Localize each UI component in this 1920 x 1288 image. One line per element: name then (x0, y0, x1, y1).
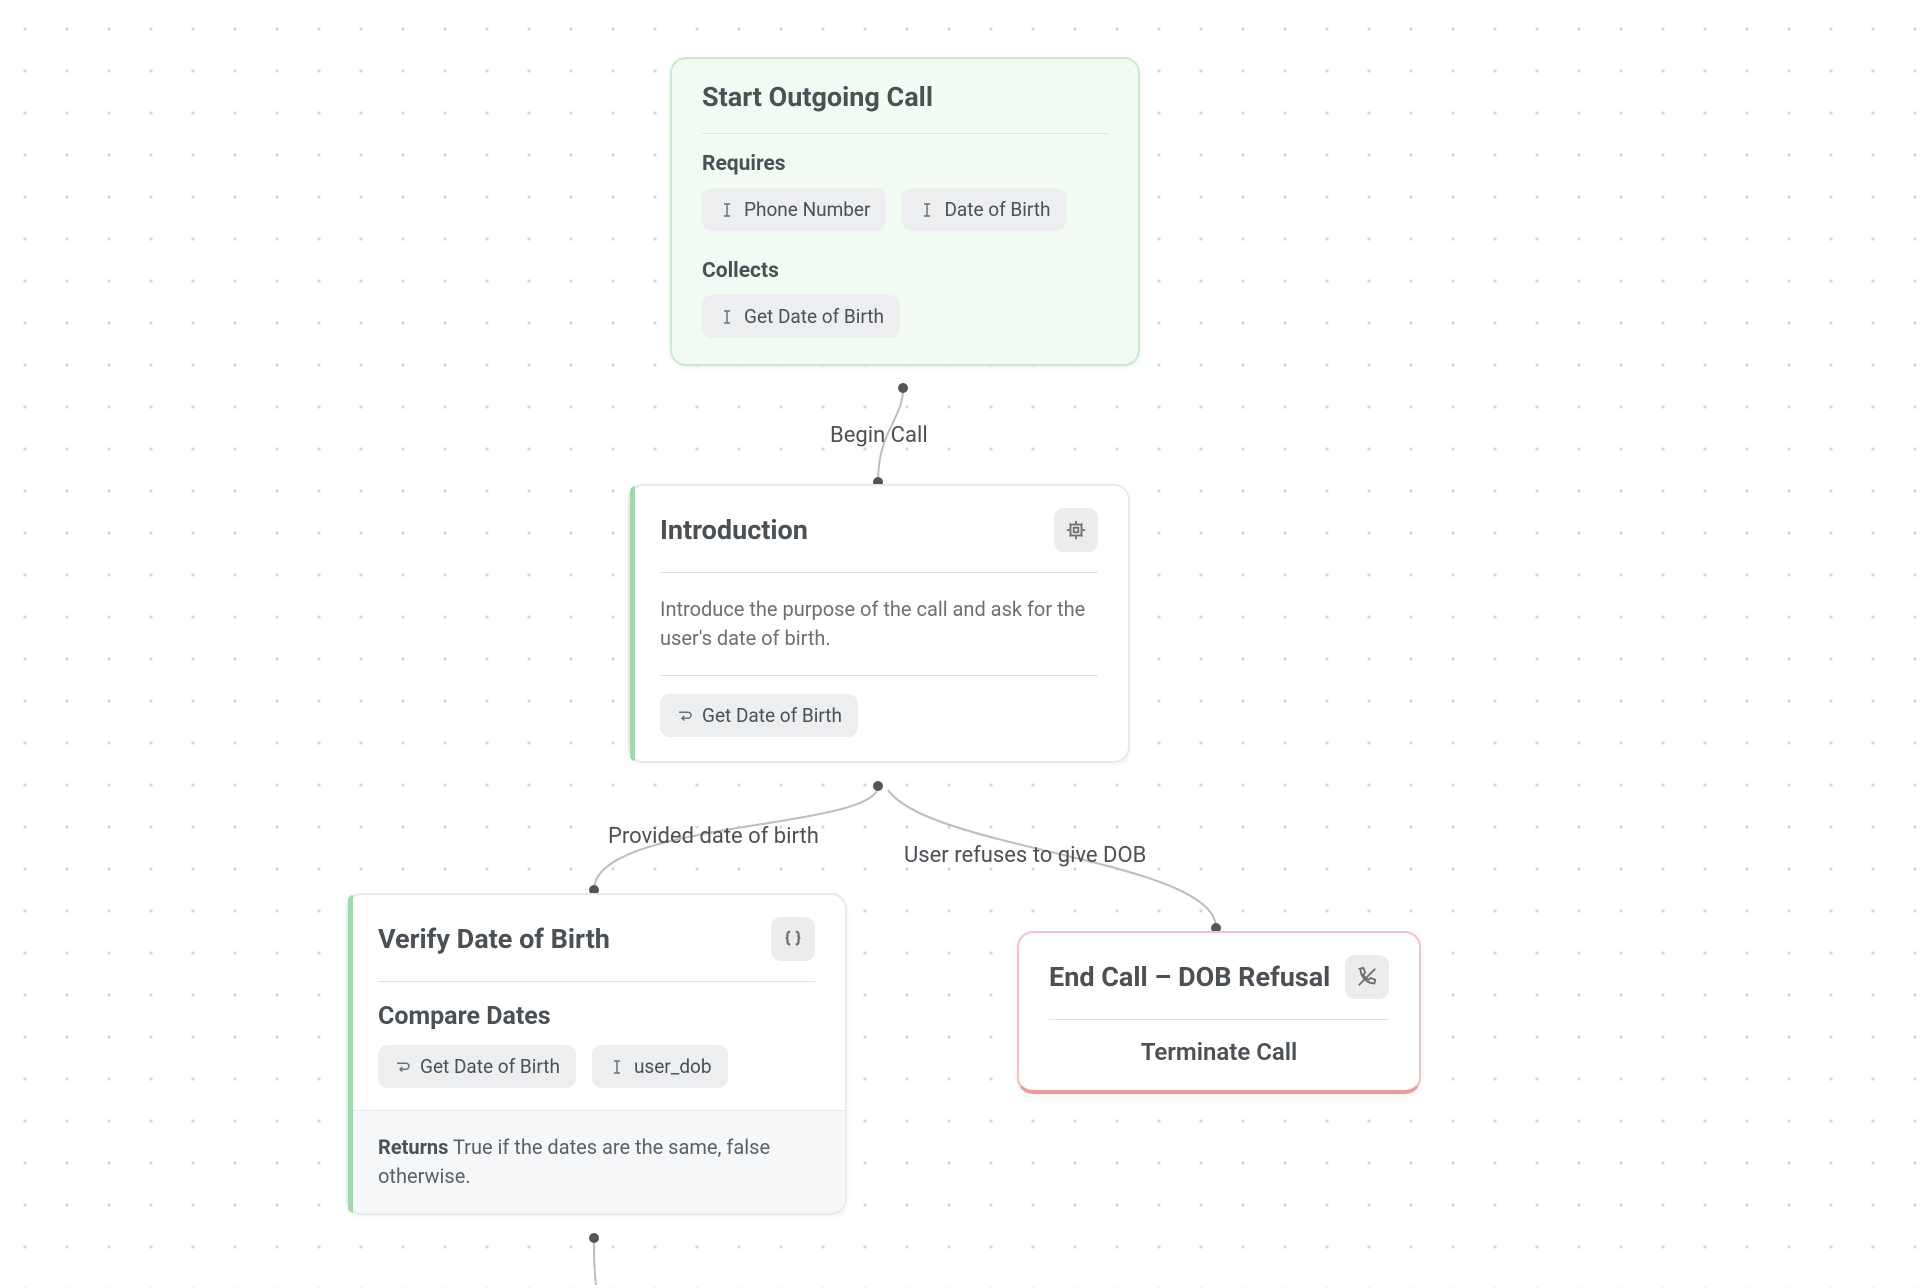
phone-off-icon (1356, 966, 1378, 988)
chip-get-date-of-birth[interactable]: Get Date of Birth (660, 694, 858, 737)
loop-icon (394, 1058, 412, 1076)
chip-phone-number[interactable]: Phone Number (702, 188, 886, 231)
node-title: Introduction (660, 514, 808, 546)
node-endcall-button[interactable] (1345, 955, 1389, 999)
returns-label: Returns (378, 1135, 448, 1159)
cpu-icon (1065, 519, 1087, 541)
node-introduction[interactable]: Introduction Introduce the purpose of th… (628, 484, 1130, 763)
node-subheading: Compare Dates (348, 982, 845, 1045)
text-cursor-icon (918, 201, 936, 219)
text-cursor-icon (718, 201, 736, 219)
node-code-button[interactable] (771, 917, 815, 961)
chip-label: Phone Number (744, 198, 870, 221)
node-verify-dob[interactable]: Verify Date of Birth Compare Dates Get D… (346, 893, 847, 1215)
edge-label-begin-call: Begin Call (830, 423, 928, 448)
returns-block: Returns True if the dates are the same, … (348, 1110, 845, 1213)
node-title: End Call – DOB Refusal (1049, 961, 1330, 993)
node-end-call[interactable]: End Call – DOB Refusal Terminate Call (1017, 931, 1421, 1094)
flow-canvas[interactable]: Begin Call Provided date of birth User r… (0, 0, 1920, 1288)
end-call-action: Terminate Call (1019, 1020, 1419, 1066)
node-accent (348, 895, 353, 1213)
node-start-outgoing-call[interactable]: Start Outgoing Call Requires Phone Numbe… (670, 57, 1140, 366)
chip-get-date-of-birth[interactable]: Get Date of Birth (702, 295, 900, 338)
braces-icon (782, 928, 804, 950)
chip-get-date-of-birth[interactable]: Get Date of Birth (378, 1045, 576, 1088)
chip-date-of-birth[interactable]: Date of Birth (902, 188, 1066, 231)
edge-label-provided-dob: Provided date of birth (608, 824, 819, 849)
node-title: Verify Date of Birth (378, 923, 610, 955)
section-collects-label: Collects (672, 241, 1138, 295)
text-cursor-icon (608, 1058, 626, 1076)
loop-icon (676, 707, 694, 725)
edge-label-refuse-dob: User refuses to give DOB (904, 843, 1146, 868)
chip-label: Date of Birth (944, 198, 1050, 221)
node-title: Start Outgoing Call (702, 81, 933, 113)
node-settings-button[interactable] (1054, 508, 1098, 552)
section-requires-label: Requires (672, 134, 1138, 188)
node-body: Introduce the purpose of the call and as… (630, 573, 1128, 675)
node-accent (630, 486, 635, 761)
chip-label: user_dob (634, 1055, 712, 1078)
chip-label: Get Date of Birth (744, 305, 884, 328)
chip-label: Get Date of Birth (420, 1055, 560, 1078)
text-cursor-icon (718, 308, 736, 326)
chip-label: Get Date of Birth (702, 704, 842, 727)
chip-user-dob[interactable]: user_dob (592, 1045, 728, 1088)
